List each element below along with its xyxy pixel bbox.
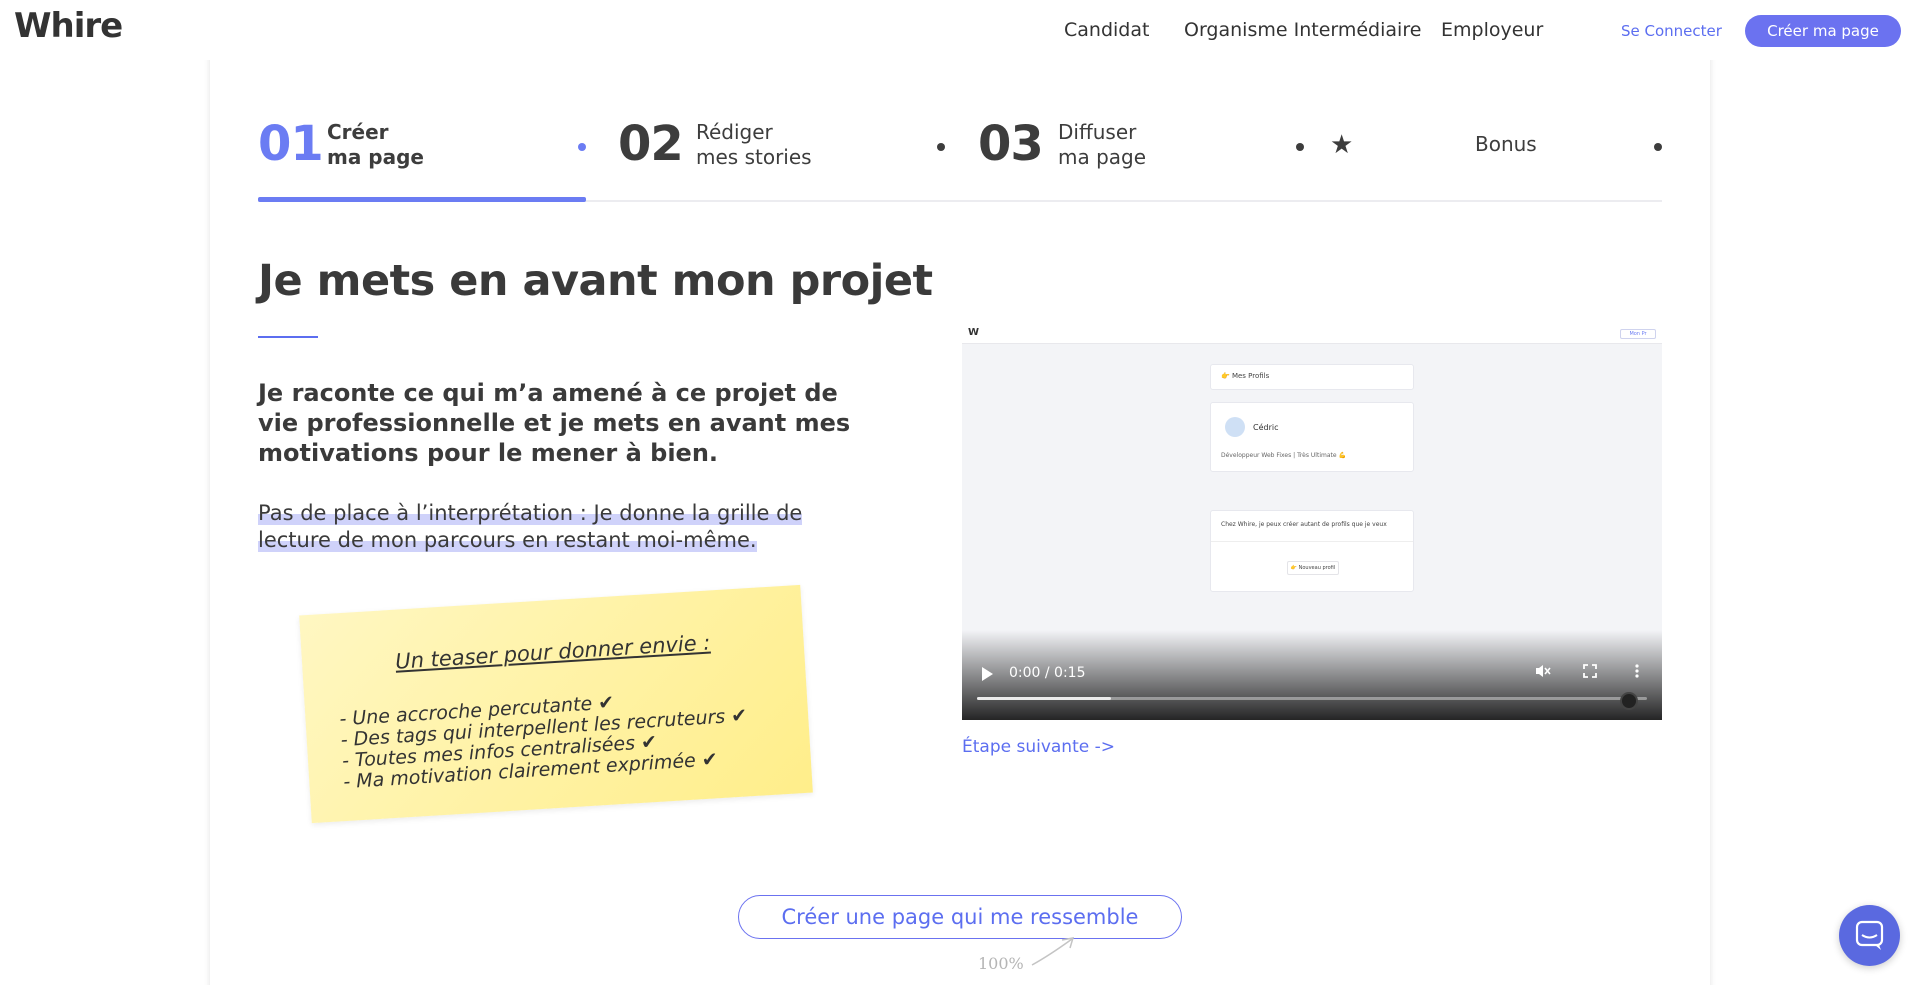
avatar <box>1225 417 1245 437</box>
login-link[interactable]: Se Connecter <box>1621 22 1722 40</box>
lead-paragraph: Je raconte ce qui m’a amené à ce projet … <box>258 379 851 467</box>
step-separator-dot <box>1654 143 1662 151</box>
video-buffer-fill <box>977 697 1111 700</box>
step-02-tab[interactable]: 02 Rédiger mes stories <box>618 110 948 200</box>
step-separator-dot <box>937 143 945 151</box>
step-label-line2: ma page <box>327 145 424 169</box>
title-divider <box>258 336 318 338</box>
demo-video-player[interactable]: W Mon Pr 👉 Mes Profils Cédric Développeu… <box>962 322 1662 720</box>
step-number: 01 <box>258 116 324 172</box>
video-new-profile-button: 👉 Nouveau profil <box>1287 561 1339 575</box>
video-card-text: Chez Whire, je peux créer autant de prof… <box>1221 521 1387 528</box>
step-label-line2: ma page <box>1058 145 1147 169</box>
video-card-divider <box>1211 541 1413 542</box>
next-step-link[interactable]: Étape suivante -> <box>962 737 1115 757</box>
step-label-line1: Rédiger <box>696 120 773 144</box>
step-label: Diffuser ma page <box>1058 120 1146 170</box>
step-label-line1: Diffuser <box>1058 120 1137 144</box>
video-profiles-card: 👉 Mes Profils <box>1210 364 1414 390</box>
nav-organisme-intermediaire[interactable]: Organisme Intermédiaire <box>1184 19 1421 41</box>
video-handle[interactable] <box>1620 692 1638 710</box>
step-bonus-tab[interactable]: ★ Bonus <box>1328 110 1662 200</box>
chat-icon <box>1855 920 1884 950</box>
step-number: 03 <box>978 116 1044 172</box>
mute-icon[interactable] <box>1534 662 1552 680</box>
step-label: Créer ma page <box>327 120 424 170</box>
fullscreen-icon[interactable] <box>1581 662 1599 680</box>
create-page-button[interactable]: Créer ma page <box>1745 15 1901 47</box>
step-separator-dot <box>578 143 586 151</box>
video-app-header: W Mon Pr <box>962 322 1662 344</box>
note-title: Un teaser pour donner envie : <box>394 630 712 674</box>
step-label-line2: mes stories <box>696 145 812 169</box>
step-number: 02 <box>618 116 684 172</box>
hand-note: 100% <box>978 954 1024 973</box>
step-label: Bonus <box>1475 132 1537 156</box>
highlight-paragraph: Pas de place à l’interprétation : Je don… <box>258 500 838 554</box>
site-header: Whire Candidat Organisme Intermédiaire E… <box>0 0 1920 60</box>
highlighted-text: Pas de place à l’interprétation : Je don… <box>258 501 803 552</box>
page-title: Je mets en avant mon projet <box>258 256 933 306</box>
star-icon: ★ <box>1330 130 1354 160</box>
more-options-icon[interactable] <box>1628 662 1646 680</box>
video-profile-tags: Développeur Web Fixes | Très Ultimate 💪 <box>1221 452 1346 459</box>
active-step-indicator <box>258 197 586 202</box>
step-03-tab[interactable]: 03 Diffuser ma page <box>978 110 1308 200</box>
whire-logo[interactable]: Whire <box>14 6 123 46</box>
note-list: - Une accroche percutante ✔ - Des tags q… <box>339 684 750 793</box>
video-new-profile-card: Chez Whire, je peux créer autant de prof… <box>1210 510 1414 592</box>
step-separator-dot <box>1296 143 1304 151</box>
step-label: Rédiger mes stories <box>696 120 812 170</box>
nav-employeur[interactable]: Employeur <box>1441 19 1543 41</box>
video-profile-card: Cédric Développeur Web Fixes | Très Ulti… <box>1210 402 1414 472</box>
video-header-button: Mon Pr <box>1620 329 1656 339</box>
step-label-line1: Créer <box>327 120 389 144</box>
video-progress-bar[interactable] <box>977 697 1647 700</box>
create-my-page-button[interactable]: Créer une page qui me ressemble <box>738 895 1182 939</box>
steps-tabs: 01 Créer ma page 02 Rédiger mes stories … <box>258 110 1662 202</box>
video-time: 0:00 / 0:15 <box>1009 665 1086 681</box>
nav-candidat[interactable]: Candidat <box>1064 19 1149 41</box>
step-01-tab[interactable]: 01 Créer ma page <box>258 110 588 200</box>
play-icon[interactable] <box>982 667 993 681</box>
chat-support-button[interactable] <box>1839 905 1900 966</box>
video-profile-name: Cédric <box>1253 423 1279 432</box>
video-logo: W <box>968 327 980 338</box>
hand-drawn-arrow-icon <box>1031 937 1075 966</box>
sticky-note: Un teaser pour donner envie : - Une accr… <box>299 584 813 824</box>
